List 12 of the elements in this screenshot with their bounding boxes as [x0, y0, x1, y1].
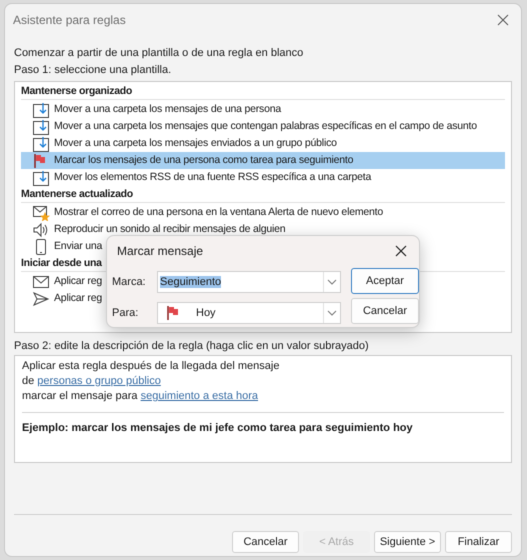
description-line: de personas o grupo público — [22, 374, 162, 389]
group-heading: Mantenerse organizado — [21, 83, 505, 100]
intro-text: Comenzar a partir de una plantilla o de una regla en blanco — [14, 46, 304, 61]
description-line: marcar el mensaje para seguimiento a esta hora — [22, 389, 260, 404]
step-label: Paso 2: edite la descripción de la regla (haga clic en un valor subrayado) — [14, 339, 370, 354]
description-line: Aplicar esta regla después de la llegada del mensaje — [22, 359, 280, 374]
window-title: Asistente para reglas — [13, 12, 126, 29]
example-text: Ejemplo: marcar los mensajes de mi jefe como tarea para seguimiento hoy — [22, 421, 414, 435]
field-label: Marca: — [112, 274, 147, 290]
step-label: Paso 1: seleccione una plantilla. — [14, 63, 172, 78]
field-label: Para: — [112, 306, 140, 321]
group-heading: Mantenerse actualizado — [21, 186, 505, 203]
